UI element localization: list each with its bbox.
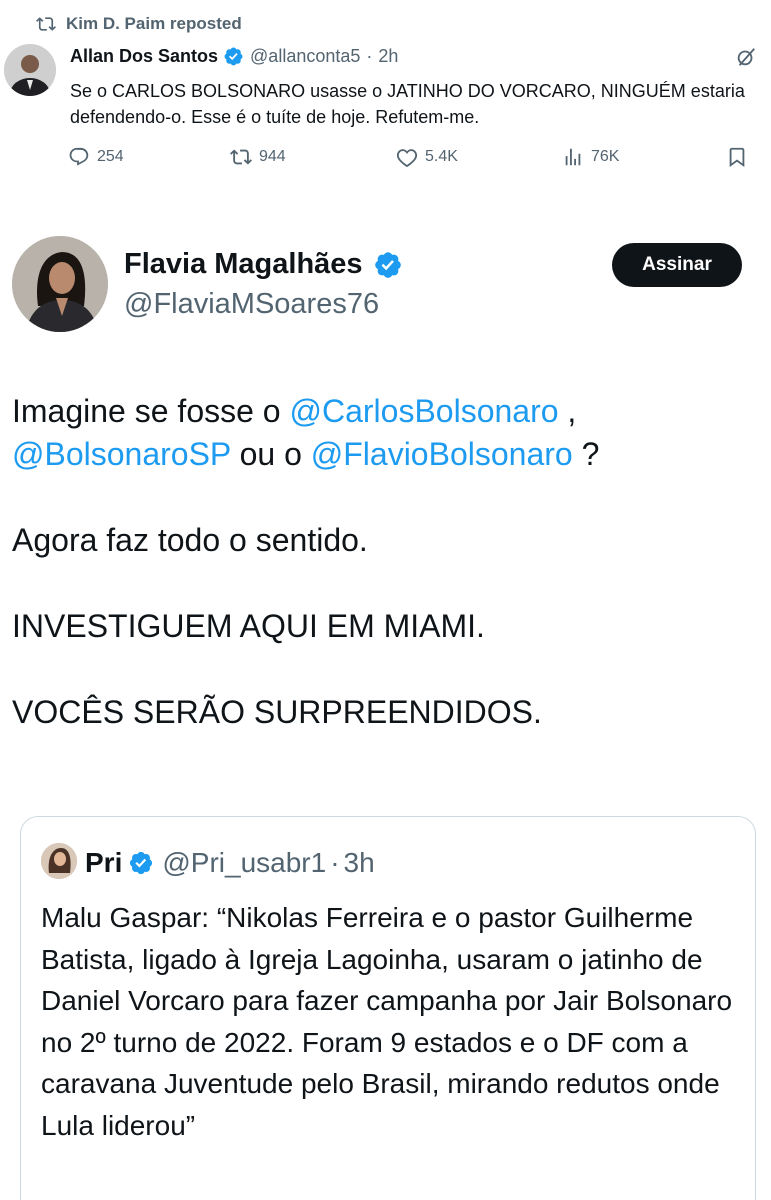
author-handle[interactable]: @Pri_usabr1 <box>162 847 326 879</box>
text-segment: ou o <box>230 436 311 472</box>
paragraph-3: INVESTIGUEM AQUI EM MIAMI. <box>12 608 485 644</box>
bookmark-icon <box>729 147 745 168</box>
verified-badge-icon <box>374 251 401 278</box>
like-button[interactable]: 5.4K <box>396 146 458 168</box>
tweet-actions: 254 944 5.4K 76K <box>68 146 758 174</box>
repost-button[interactable]: 944 <box>230 146 286 168</box>
avatar[interactable] <box>4 44 56 96</box>
tweet-header: Allan Dos Santos @allanconta5 · 2h <box>70 46 757 67</box>
mention-link[interactable]: @FlavioBolsonaro <box>311 436 573 472</box>
reply-button[interactable]: 254 <box>68 146 124 168</box>
subscribe-button[interactable]: Assinar <box>612 243 742 287</box>
quoted-tweet-text: Malu Gaspar: “Nikolas Ferreira e o pasto… <box>41 902 733 1141</box>
author-name[interactable]: Flavia Magalhães <box>124 248 363 281</box>
reply-count: 254 <box>97 148 124 165</box>
paragraph-1: Imagine se fosse o @CarlosBolsonaro , @Bo… <box>12 390 762 476</box>
avatar[interactable] <box>41 843 77 879</box>
text-segment: Imagine se fosse o <box>12 393 290 429</box>
author-handle[interactable]: @allanconta5 <box>250 46 360 67</box>
mention-link[interactable]: @CarlosBolsonaro <box>289 393 558 429</box>
avatar[interactable] <box>12 236 108 332</box>
timestamp[interactable]: 3h <box>344 847 375 879</box>
reposted-tweet[interactable]: Kim D. Paim reposted Allan Dos Santos @a… <box>0 0 771 206</box>
bookmark-button[interactable] <box>726 146 748 168</box>
paragraph-4: VOCÊS SERÃO SURPREENDIDOS. <box>12 694 542 730</box>
quoted-tweet-header: Pri @Pri_usabr1 · 3h <box>85 847 375 879</box>
verified-badge-icon <box>224 47 243 66</box>
reposted-by-label[interactable]: Kim D. Paim reposted <box>66 14 242 34</box>
author-handle[interactable]: @FlaviaMSoares76 <box>124 288 379 321</box>
timestamp[interactable]: 2h <box>378 46 398 67</box>
grok-icon[interactable] <box>735 46 757 68</box>
tweet-text: Se o CARLOS BOLSONARO usasse o JATINHO D… <box>70 81 745 127</box>
reply-icon <box>69 147 89 166</box>
like-count: 5.4K <box>425 148 458 165</box>
views-icon <box>565 148 581 166</box>
text-segment: , <box>558 393 577 429</box>
heart-icon <box>396 149 418 168</box>
quoted-tweet[interactable]: Pri @Pri_usabr1 · 3h Malu Gaspar: “Nikol… <box>20 816 756 1200</box>
paragraph-2: Agora faz todo o sentido. <box>12 522 368 558</box>
repost-icon <box>36 17 56 31</box>
author-name-row: Flavia Magalhães <box>124 248 403 281</box>
views-count: 76K <box>591 148 620 165</box>
repost-icon <box>230 149 252 165</box>
repost-indicator: Kim D. Paim reposted <box>36 14 242 34</box>
author-name[interactable]: Pri <box>85 847 122 879</box>
author-name[interactable]: Allan Dos Santos <box>70 46 218 67</box>
tweet-text: Imagine se fosse o @CarlosBolsonaro , @Bo… <box>12 390 762 777</box>
verified-badge-icon <box>130 851 153 875</box>
main-tweet: Flavia Magalhães @FlaviaMSoares76 Assina… <box>0 206 771 1200</box>
separator-dot: · <box>366 46 373 66</box>
text-segment: ? <box>572 436 600 472</box>
views-button[interactable]: 76K <box>562 146 619 168</box>
separator-dot: · <box>330 847 340 878</box>
repost-count: 944 <box>259 148 286 165</box>
mention-link[interactable]: @BolsonaroSP <box>12 436 231 472</box>
